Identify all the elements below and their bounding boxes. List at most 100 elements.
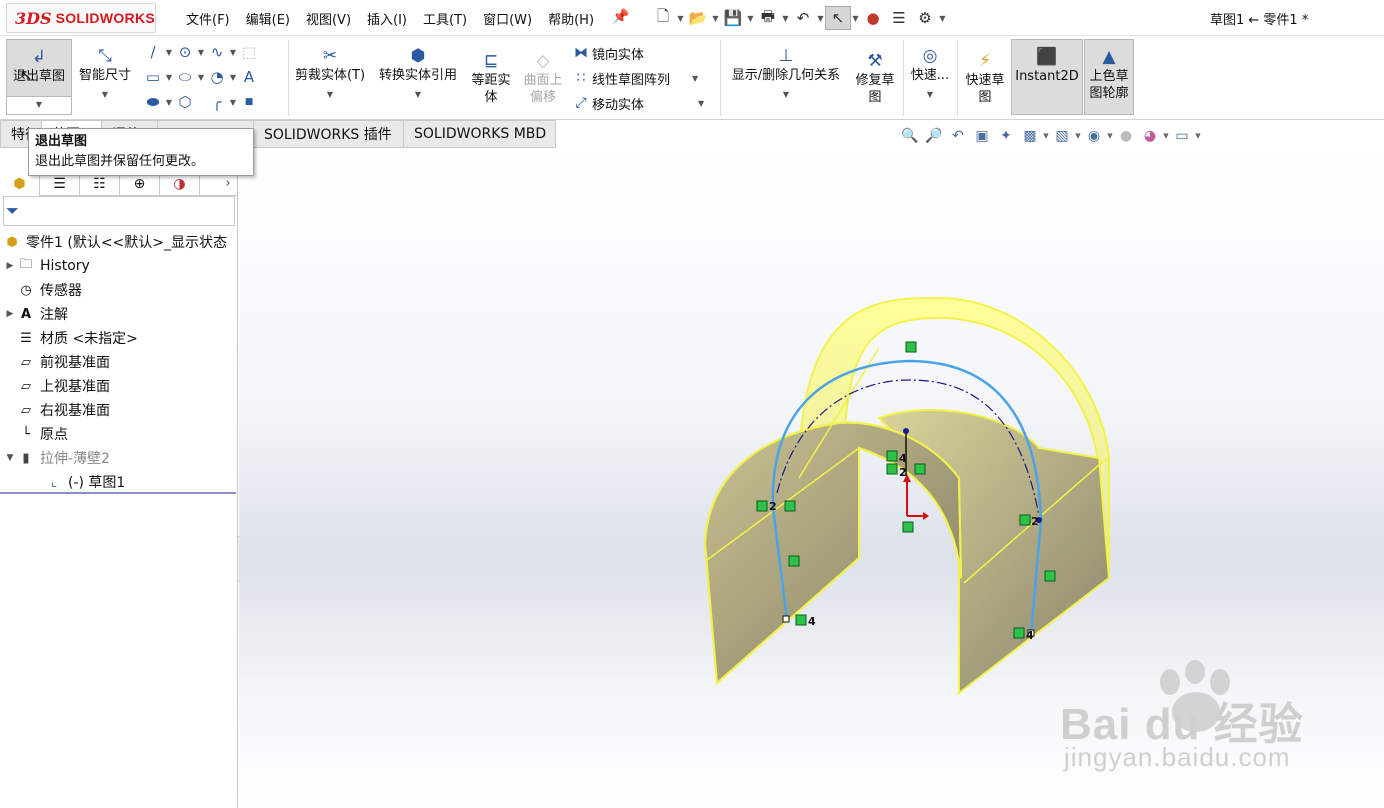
chevron-down-icon[interactable]: ▼ [164, 48, 174, 57]
tree-item-right-plane[interactable]: ▱ 右视基准面 [4, 398, 110, 422]
spline-icon[interactable]: ∿ [206, 41, 228, 63]
chevron-down-icon[interactable]: ▼ [327, 86, 333, 103]
trim-entities-button[interactable]: ✂ 剪裁实体(T) ▼ [292, 39, 368, 115]
hide-show-items-icon[interactable]: ◉ [1082, 125, 1106, 147]
previous-view-icon[interactable]: ↶ [946, 125, 970, 147]
save-icon[interactable]: 💾 [720, 6, 746, 30]
chevron-down-icon[interactable]: ▼ [102, 86, 108, 103]
rapid-sketch-button[interactable]: ⚡ 快速草 图 [960, 44, 1010, 114]
chevron-down-icon[interactable]: ▼ [164, 98, 174, 107]
menu-file[interactable]: 文件(F) [178, 9, 238, 28]
exit-sketch-dropdown[interactable]: ▼ [6, 97, 72, 115]
tree-item-material[interactable]: ☰ 材质 <未指定> [4, 326, 138, 350]
repair-sketch-button[interactable]: ⚒ 修复草 图 [850, 44, 900, 114]
chevron-down-icon[interactable]: ▼ [228, 48, 238, 57]
apply-scene-icon[interactable]: ◕ [1138, 125, 1162, 147]
chevron-down-icon[interactable]: ▼ [851, 14, 860, 23]
slot-icon[interactable]: ⬭ [174, 66, 196, 88]
exit-sketch-button[interactable]: ↲ 退出草图 [6, 39, 72, 97]
chevron-down-icon[interactable]: ▼ [676, 14, 685, 23]
tree-root-part[interactable]: ⬢ 零件1 (默认<<默认>_显示状态 [2, 230, 227, 254]
tree-item-origin[interactable]: └ 原点 [4, 422, 68, 446]
chevron-down-icon[interactable]: ▼ [781, 14, 790, 23]
display-style-icon[interactable]: ▧ [1050, 125, 1074, 147]
solidworks-logo[interactable]: 3DS SOLIDWORKS [6, 3, 156, 33]
rollback-bar[interactable] [0, 492, 236, 494]
view-settings-monitor-icon[interactable]: ▭ [1170, 125, 1194, 147]
display-delete-relations-button[interactable]: ⊥ 显示/删除几何关系 ▼ [724, 39, 848, 115]
chevron-down-icon[interactable]: ▼ [415, 86, 421, 103]
chevron-down-icon[interactable]: ▼ [1162, 132, 1170, 140]
chevron-down-icon[interactable]: ▼ [1194, 132, 1202, 140]
shaded-sketch-contours-button[interactable]: ▲ 上色草 图轮廓 [1084, 39, 1134, 115]
pin-icon[interactable]: 📌 [612, 9, 629, 25]
linear-pattern-button[interactable]: ∷ 线性草图阵列 ▼ [570, 67, 699, 89]
chevron-down-icon[interactable]: ▼ [938, 14, 947, 23]
chevron-down-icon[interactable]: ▼ [783, 86, 789, 103]
chevron-down-icon[interactable]: ▼ [746, 14, 755, 23]
chevron-down-icon[interactable]: ▼ [692, 74, 698, 83]
chevron-down-icon[interactable]: ▼ [196, 73, 206, 82]
menu-edit[interactable]: 编辑(E) [238, 9, 298, 28]
tree-filter-field[interactable]: ⏷ [3, 196, 235, 226]
offset-entities-button[interactable]: ⊑ 等距实 体 [466, 44, 516, 114]
chevron-down-icon[interactable]: ▼ [816, 14, 825, 23]
fillet-icon[interactable]: ╭ [206, 91, 228, 113]
tree-item-annotations[interactable]: ▶ A 注解 [4, 302, 68, 326]
offset-on-surface-button[interactable]: ◇ 曲面上 偏移 [518, 44, 568, 114]
new-document-icon[interactable]: 🗋 [650, 6, 676, 30]
chevron-down-icon[interactable]: ▼ [927, 86, 933, 103]
tree-item-extrude-thin[interactable]: ▼ ▮ 拉伸-薄壁2 [4, 446, 110, 470]
menu-window[interactable]: 窗口(W) [475, 9, 540, 28]
tree-item-history[interactable]: ▶ 🗀 History [4, 254, 90, 278]
menu-view[interactable]: 视图(V) [298, 9, 359, 28]
section-view-icon[interactable]: ▣ [970, 125, 994, 147]
menu-insert[interactable]: 插入(I) [359, 9, 415, 28]
polygon-icon[interactable]: ⬡ [174, 91, 196, 113]
chevron-down-icon[interactable]: ▼ [1042, 132, 1050, 140]
view-orientation-icon[interactable]: ▩ [1018, 125, 1042, 147]
tree-item-top-plane[interactable]: ▱ 上视基准面 [4, 374, 110, 398]
options-gear-icon[interactable]: ⚙ [912, 6, 938, 30]
text-icon[interactable]: A [238, 66, 260, 88]
quick-snaps-button[interactable]: ◎ 快速... ▼ [906, 39, 954, 115]
collapse-arrow-icon[interactable]: ▼ [4, 453, 16, 463]
chevron-down-icon[interactable]: ▼ [228, 73, 238, 82]
expand-arrow-icon[interactable]: ▶ [4, 261, 16, 271]
chevron-down-icon[interactable]: ▼ [711, 14, 720, 23]
surface-icon[interactable]: ⬚ [238, 41, 260, 63]
menu-help[interactable]: 帮助(H) [540, 9, 602, 28]
instant2d-button[interactable]: ⬛ Instant2D [1011, 39, 1083, 115]
arc-icon[interactable]: ◔ [206, 66, 228, 88]
print-icon[interactable]: 🖶 [755, 6, 781, 30]
chevron-down-icon[interactable]: ▼ [1106, 132, 1114, 140]
chevron-down-icon[interactable]: ▼ [228, 98, 238, 107]
menu-tools[interactable]: 工具(T) [415, 9, 475, 28]
convert-entities-button[interactable]: ⬢ 转换实体引用 ▼ [372, 39, 464, 115]
dynamic-annotation-icon[interactable]: ✦ [994, 125, 1018, 147]
tree-item-sensors[interactable]: ◷ 传感器 [4, 278, 82, 302]
select-pointer-icon[interactable]: ↖ [825, 6, 851, 30]
tree-item-sketch1[interactable]: ⌞ (-) 草图1 [44, 470, 125, 494]
smart-dimension-button[interactable]: ⤡ 智能尺寸 ▼ [74, 39, 136, 115]
move-entities-button[interactable]: ⤢ 移动实体 ▼ [570, 92, 704, 114]
chevron-down-icon[interactable]: ▼ [196, 48, 206, 57]
open-folder-icon[interactable]: 📂 [685, 6, 711, 30]
tab-solidworks-addins[interactable]: SOLIDWORKS 插件 [254, 120, 404, 148]
circle-icon[interactable]: ⊙ [174, 41, 196, 63]
tree-item-front-plane[interactable]: ▱ 前视基准面 [4, 350, 110, 374]
expand-arrow-icon[interactable]: ▶ [4, 309, 16, 319]
chevron-down-icon[interactable]: ▼ [1074, 132, 1082, 140]
mirror-entities-button[interactable]: ⧓ 镜向实体 [570, 42, 644, 64]
chevron-down-icon[interactable]: ▼ [164, 73, 174, 82]
tab-solidworks-mbd[interactable]: SOLIDWORKS MBD [404, 120, 556, 148]
edit-appearance-icon[interactable]: ● [1114, 125, 1138, 147]
arc-center-point[interactable] [903, 428, 909, 434]
rebuild-traffic-light-icon[interactable]: ● [860, 6, 886, 30]
line-icon[interactable]: ∕ [142, 41, 164, 63]
undo-icon[interactable]: ↶ [790, 6, 816, 30]
point-icon[interactable]: ■ [238, 91, 260, 113]
straight-slot-icon[interactable]: ⬬ [142, 91, 164, 113]
rectangle-icon[interactable]: ▭ [142, 66, 164, 88]
zoom-to-fit-icon[interactable]: 🔍 [898, 125, 922, 147]
